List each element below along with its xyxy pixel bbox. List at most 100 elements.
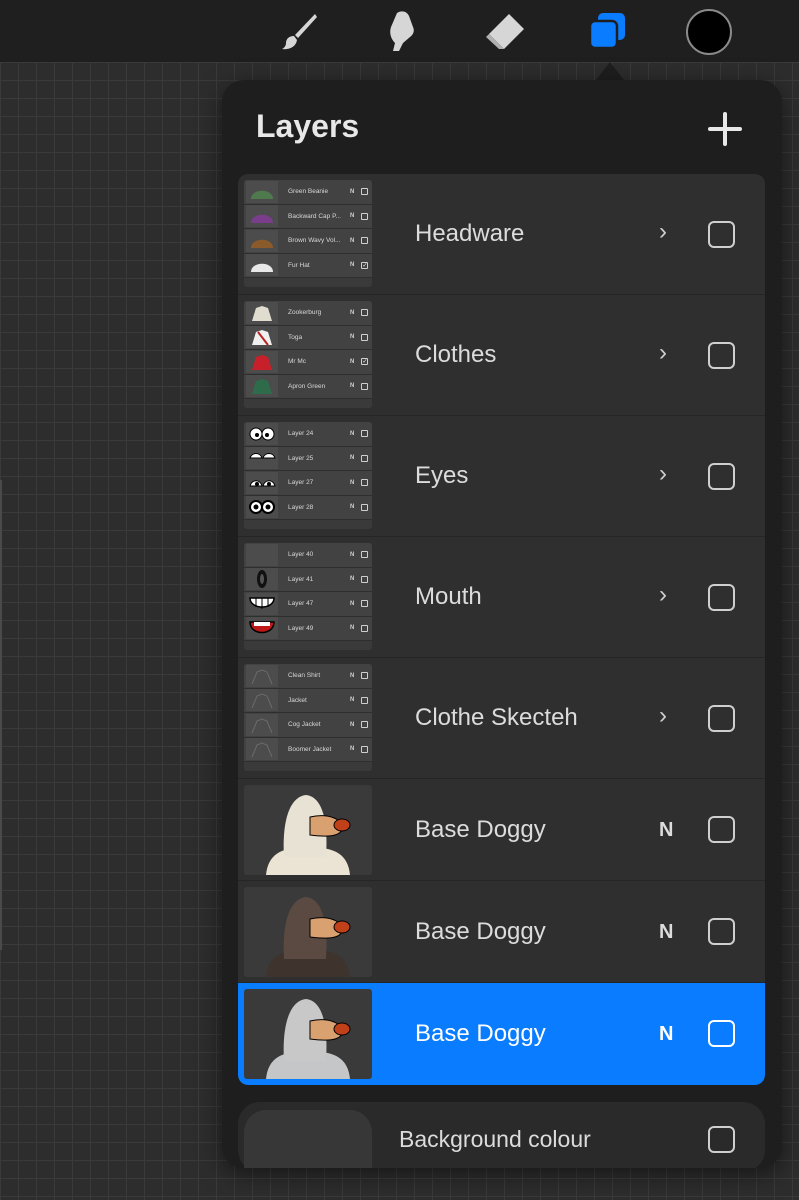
mini-blend-mode: N (350, 625, 355, 632)
mini-blend-mode: N (350, 697, 355, 704)
mini-visibility-checkbox (361, 600, 369, 608)
mini-thumbnail (246, 422, 278, 445)
mini-layer-row: Jacket N (244, 688, 372, 713)
mini-blend-mode: N (350, 479, 355, 486)
background-colour-layer[interactable]: Background colour (238, 1102, 765, 1168)
mini-layer-row: Apron Green N (244, 374, 372, 399)
mini-visibility-checkbox (361, 624, 369, 632)
mini-visibility-checkbox (361, 672, 369, 680)
mini-layer-name: Backward Cap P... (288, 212, 341, 220)
mini-visibility-checkbox (361, 333, 369, 341)
visibility-checkbox[interactable] (708, 816, 735, 843)
layers-list: Green Beanie N Backward Cap P... N Brown W… (238, 174, 765, 1085)
layer-group-mouth[interactable]: Layer 40 N Layer 41 N Layer 47 N Layer 49 N … (238, 537, 765, 658)
mini-thumbnail (246, 738, 278, 761)
mini-blend-mode: N (350, 551, 355, 558)
blend-mode-label[interactable]: N (659, 921, 673, 944)
mini-layer-name: Apron Green (288, 382, 326, 390)
mini-thumbnail (246, 496, 278, 519)
mini-layer-name: Cog Jacket (288, 721, 321, 729)
mini-blend-mode: N (350, 334, 355, 341)
blend-mode-label[interactable]: N (659, 819, 673, 842)
mini-thumbnail (246, 689, 278, 712)
group-thumbnail: Layer 40 N Layer 41 N Layer 47 N Layer 49 N (244, 543, 372, 650)
mini-blend-mode: N (350, 237, 355, 244)
mini-visibility-checkbox: ✓ (361, 261, 369, 269)
canvas-edge (0, 480, 2, 950)
visibility-checkbox[interactable] (708, 1020, 735, 1047)
mini-layer-name: Boomer Jacket (288, 745, 332, 753)
visibility-checkbox[interactable] (708, 463, 735, 490)
mini-visibility-checkbox (361, 575, 369, 583)
mini-blend-mode: N (350, 672, 355, 679)
layer-group-clothes[interactable]: Zookerburg N Toga N Mr Mc N ✓ Apron Green N C… (238, 295, 765, 416)
visibility-checkbox[interactable] (708, 342, 735, 369)
chevron-right-icon[interactable]: › (659, 220, 675, 244)
layer-thumbnail (244, 989, 372, 1079)
mini-visibility-checkbox (361, 430, 369, 438)
mini-layer-name: Layer 24 (288, 430, 314, 438)
layer-group-clothe-skecteh[interactable]: Clean Shirt N Jacket N Cog Jacket N Boomer … (238, 658, 765, 779)
layer-group-headware[interactable]: Green Beanie N Backward Cap P... N Brown W… (238, 174, 765, 295)
mini-thumbnail (246, 592, 278, 615)
mini-layer-row: Layer 28 N (244, 495, 372, 520)
layers-panel: Layers Green Beanie N Backward Cap P... N … (222, 80, 782, 1168)
mini-layer-row: Layer 41 N (244, 567, 372, 592)
mini-thumbnail (246, 568, 278, 591)
visibility-checkbox[interactable] (708, 1126, 735, 1153)
mini-visibility-checkbox (361, 188, 369, 196)
mini-blend-mode: N (350, 383, 355, 390)
mini-visibility-checkbox (361, 745, 369, 753)
smudge-icon[interactable] (380, 8, 426, 54)
mini-layer-row: Backward Cap P... N (244, 204, 372, 229)
chevron-right-icon[interactable]: › (659, 583, 675, 607)
mini-layer-row: Brown Wavy Vol... N (244, 229, 372, 254)
mini-visibility-checkbox (361, 696, 369, 704)
eraser-icon[interactable] (482, 8, 528, 54)
layer-name: Clothes (415, 341, 497, 368)
color-swatch[interactable] (686, 9, 732, 55)
mini-visibility-checkbox (361, 721, 369, 729)
mini-layer-row: Clean Shirt N (244, 664, 372, 689)
mini-layer-name: Green Beanie (288, 188, 329, 196)
background-swatch[interactable] (244, 1110, 372, 1168)
visibility-checkbox[interactable] (708, 584, 735, 611)
mini-visibility-checkbox (361, 309, 369, 317)
mini-visibility-checkbox (361, 237, 369, 245)
layer-base-doggy-grey-selected[interactable]: Base Doggy N (238, 983, 765, 1085)
group-thumbnail: Green Beanie N Backward Cap P... N Brown W… (244, 180, 372, 287)
chevron-right-icon[interactable]: › (659, 341, 675, 365)
add-layer-button[interactable] (706, 110, 744, 148)
mini-layer-name: Layer 25 (288, 454, 314, 462)
mini-layer-name: Zookerburg (288, 309, 322, 317)
chevron-right-icon[interactable]: › (659, 462, 675, 486)
chevron-right-icon[interactable]: › (659, 704, 675, 728)
mini-visibility-checkbox (361, 212, 369, 220)
mini-thumbnail (246, 229, 278, 252)
mini-layer-name: Brown Wavy Vol... (288, 237, 341, 245)
mini-thumbnail (246, 471, 278, 494)
layer-base-doggy-cream[interactable]: Base Doggy N (238, 779, 765, 881)
mini-blend-mode: N (350, 455, 355, 462)
mini-layer-row: Toga N (244, 325, 372, 350)
layer-base-doggy-brown[interactable]: Base Doggy N (238, 881, 765, 983)
layer-thumbnail (244, 887, 372, 977)
mini-layer-row: Layer 47 N (244, 592, 372, 617)
layers-icon[interactable] (584, 8, 630, 54)
mini-layer-name: Layer 41 (288, 575, 314, 583)
mini-layer-row: Layer 25 N (244, 446, 372, 471)
mini-thumbnail (246, 375, 278, 398)
blend-mode-label[interactable]: N (659, 1023, 673, 1046)
mini-thumbnail (246, 447, 278, 470)
visibility-checkbox[interactable] (708, 221, 735, 248)
mini-thumbnail (246, 301, 278, 324)
brush-icon[interactable] (276, 8, 322, 54)
group-thumbnail: Zookerburg N Toga N Mr Mc N ✓ Apron Green N (244, 301, 372, 408)
visibility-checkbox[interactable] (708, 705, 735, 732)
mini-blend-mode: N (350, 309, 355, 316)
layer-thumbnail (244, 785, 372, 875)
background-layer-name: Background colour (399, 1126, 591, 1152)
visibility-checkbox[interactable] (708, 918, 735, 945)
mini-layer-row: Mr Mc N ✓ (244, 350, 372, 375)
layer-group-eyes[interactable]: Layer 24 N Layer 25 N Layer 27 N Layer 28 N … (238, 416, 765, 537)
